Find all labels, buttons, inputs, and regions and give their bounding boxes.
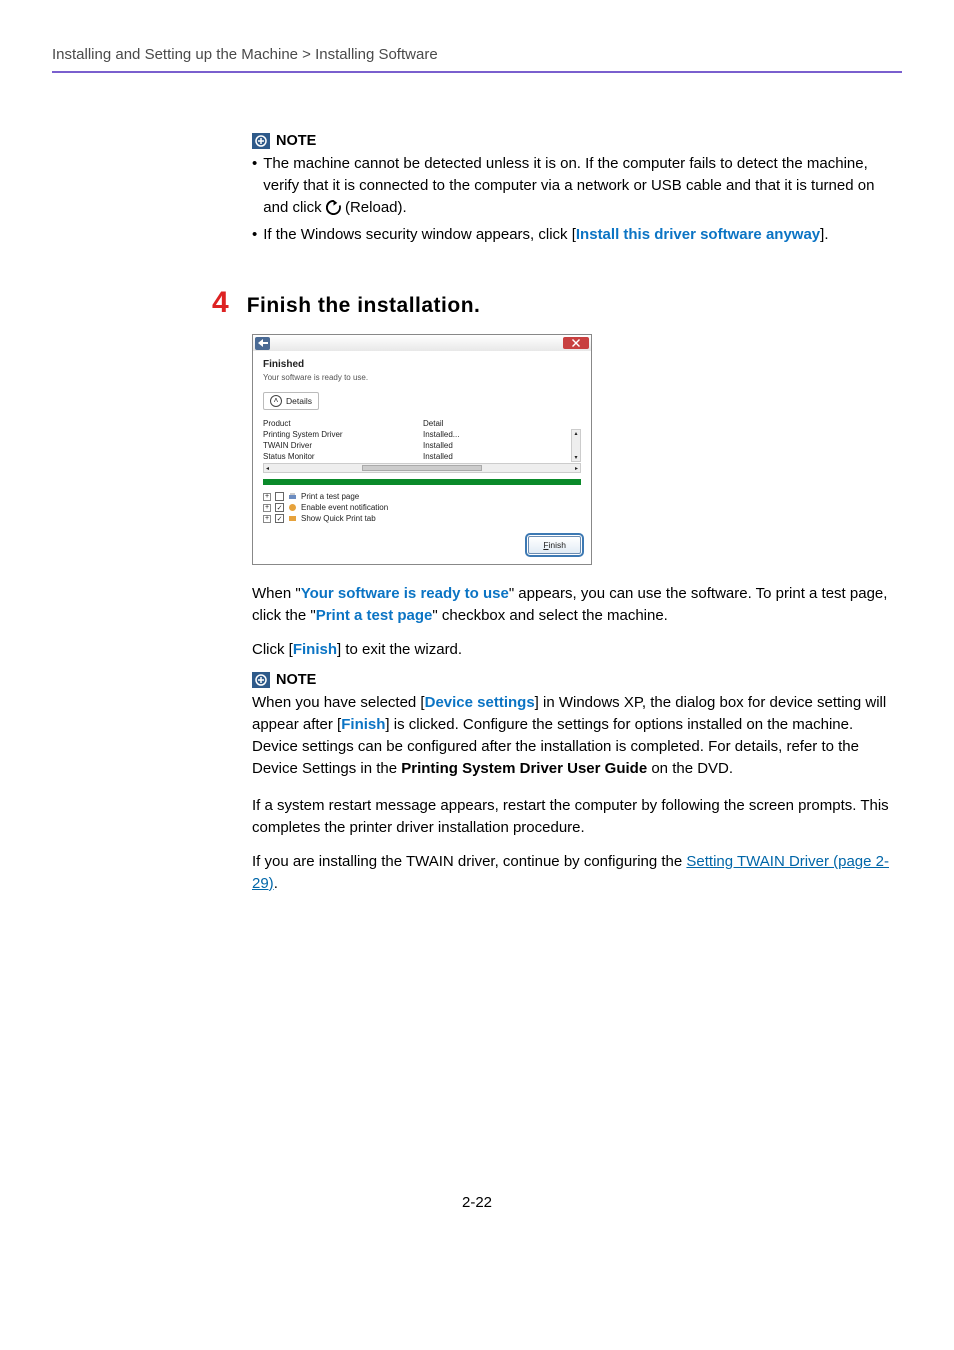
cell-detail: Installed bbox=[423, 452, 571, 461]
bullet-dot: • bbox=[252, 224, 257, 246]
para-restart: If a system restart message appears, res… bbox=[252, 795, 902, 839]
checkbox[interactable]: ✓ bbox=[275, 503, 284, 512]
dialog-heading: Finished bbox=[263, 359, 581, 370]
note-icon bbox=[252, 672, 270, 688]
note-icon bbox=[252, 133, 270, 149]
text: When " bbox=[252, 585, 301, 602]
para-twain: If you are installing the TWAIN driver, … bbox=[252, 851, 902, 895]
note2-body: When you have selected [Device settings]… bbox=[252, 692, 902, 779]
option-label: Print a test page bbox=[301, 492, 359, 501]
expand-icon[interactable]: + bbox=[263, 504, 271, 512]
para-click-finish: Click [Finish] to exit the wizard. bbox=[252, 639, 902, 661]
software-ready-text: Your software is ready to use bbox=[301, 585, 509, 602]
text: ] to exit the wizard. bbox=[337, 641, 462, 658]
text: . bbox=[274, 875, 278, 892]
event-icon bbox=[288, 503, 297, 512]
printer-icon bbox=[288, 492, 297, 501]
table-row: Status Monitor Installed bbox=[263, 451, 571, 462]
text: Click [ bbox=[252, 641, 293, 658]
note-bullet-2: • If the Windows security window appears… bbox=[252, 224, 902, 246]
text: If you are installing the TWAIN driver, … bbox=[252, 853, 686, 870]
expand-icon[interactable]: + bbox=[263, 515, 271, 523]
col-product: Product bbox=[263, 419, 423, 428]
table-row: TWAIN Driver Installed bbox=[263, 440, 571, 451]
breadcrumb: Installing and Setting up the Machine > … bbox=[52, 46, 902, 71]
cell-product: TWAIN Driver bbox=[263, 441, 423, 450]
page-number: 2-22 bbox=[52, 1194, 902, 1211]
finished-dialog: Finished Your software is ready to use. … bbox=[252, 334, 592, 565]
close-button[interactable] bbox=[563, 337, 589, 349]
option-quick-print-tab[interactable]: + ✓ Show Quick Print tab bbox=[263, 513, 581, 524]
note1-text-b: (Reload). bbox=[345, 199, 407, 216]
note1-b2-b: ]. bbox=[820, 226, 828, 243]
table-row: Printing System Driver Installed... bbox=[263, 429, 571, 440]
text: When you have selected [ bbox=[252, 694, 425, 711]
guide-title: Printing System Driver User Guide bbox=[401, 760, 647, 777]
option-label: Enable event notification bbox=[301, 503, 388, 512]
horizontal-scrollbar[interactable]: ◂▸ bbox=[263, 463, 581, 473]
back-button[interactable] bbox=[255, 337, 270, 350]
option-label: Show Quick Print tab bbox=[301, 514, 376, 523]
note-label: NOTE bbox=[276, 133, 316, 149]
finish-text-2: Finish bbox=[341, 716, 385, 733]
note-bullet-1: • The machine cannot be detected unless … bbox=[252, 153, 902, 218]
finish-label: Finish bbox=[543, 540, 566, 550]
expand-icon[interactable]: + bbox=[263, 493, 271, 501]
cell-product: Printing System Driver bbox=[263, 430, 423, 439]
option-print-test-page[interactable]: + Print a test page bbox=[263, 491, 581, 502]
reload-icon bbox=[326, 200, 341, 215]
tab-icon bbox=[288, 514, 297, 523]
dialog-subheading: Your software is ready to use. bbox=[263, 373, 581, 382]
col-detail: Detail bbox=[423, 419, 581, 428]
bullet-dot: • bbox=[252, 153, 257, 218]
checkbox[interactable] bbox=[275, 492, 284, 501]
details-label: Details bbox=[286, 396, 312, 406]
device-settings-text: Device settings bbox=[425, 694, 535, 711]
details-toggle[interactable]: ˄ Details bbox=[263, 392, 319, 410]
progress-bar bbox=[263, 479, 581, 485]
cell-detail: Installed bbox=[423, 441, 571, 450]
step-title: Finish the installation. bbox=[247, 294, 481, 318]
cell-product: Status Monitor bbox=[263, 452, 423, 461]
note-badge: NOTE bbox=[252, 672, 316, 688]
note-badge: NOTE bbox=[252, 133, 316, 149]
note1-b2-a: If the Windows security window appears, … bbox=[263, 226, 576, 243]
text: " checkbox and select the machine. bbox=[432, 607, 667, 624]
option-event-notification[interactable]: + ✓ Enable event notification bbox=[263, 502, 581, 513]
chevron-up-icon: ˄ bbox=[270, 395, 282, 407]
finish-text: Finish bbox=[293, 641, 337, 658]
vertical-scrollbar[interactable]: ▴▾ bbox=[571, 429, 581, 462]
text: on the DVD. bbox=[647, 760, 733, 777]
note-label: NOTE bbox=[276, 672, 316, 688]
table-header: Product Detail bbox=[263, 418, 581, 429]
para-software-ready: When "Your software is ready to use" app… bbox=[252, 583, 902, 627]
step-number: 4 bbox=[212, 286, 229, 320]
install-anyway-link: Install this driver software anyway bbox=[576, 226, 820, 243]
finish-button[interactable]: Finish bbox=[528, 536, 581, 554]
cell-detail: Installed... bbox=[423, 430, 571, 439]
print-test-page-text: Print a test page bbox=[316, 607, 433, 624]
checkbox[interactable]: ✓ bbox=[275, 514, 284, 523]
header-divider bbox=[52, 71, 902, 73]
